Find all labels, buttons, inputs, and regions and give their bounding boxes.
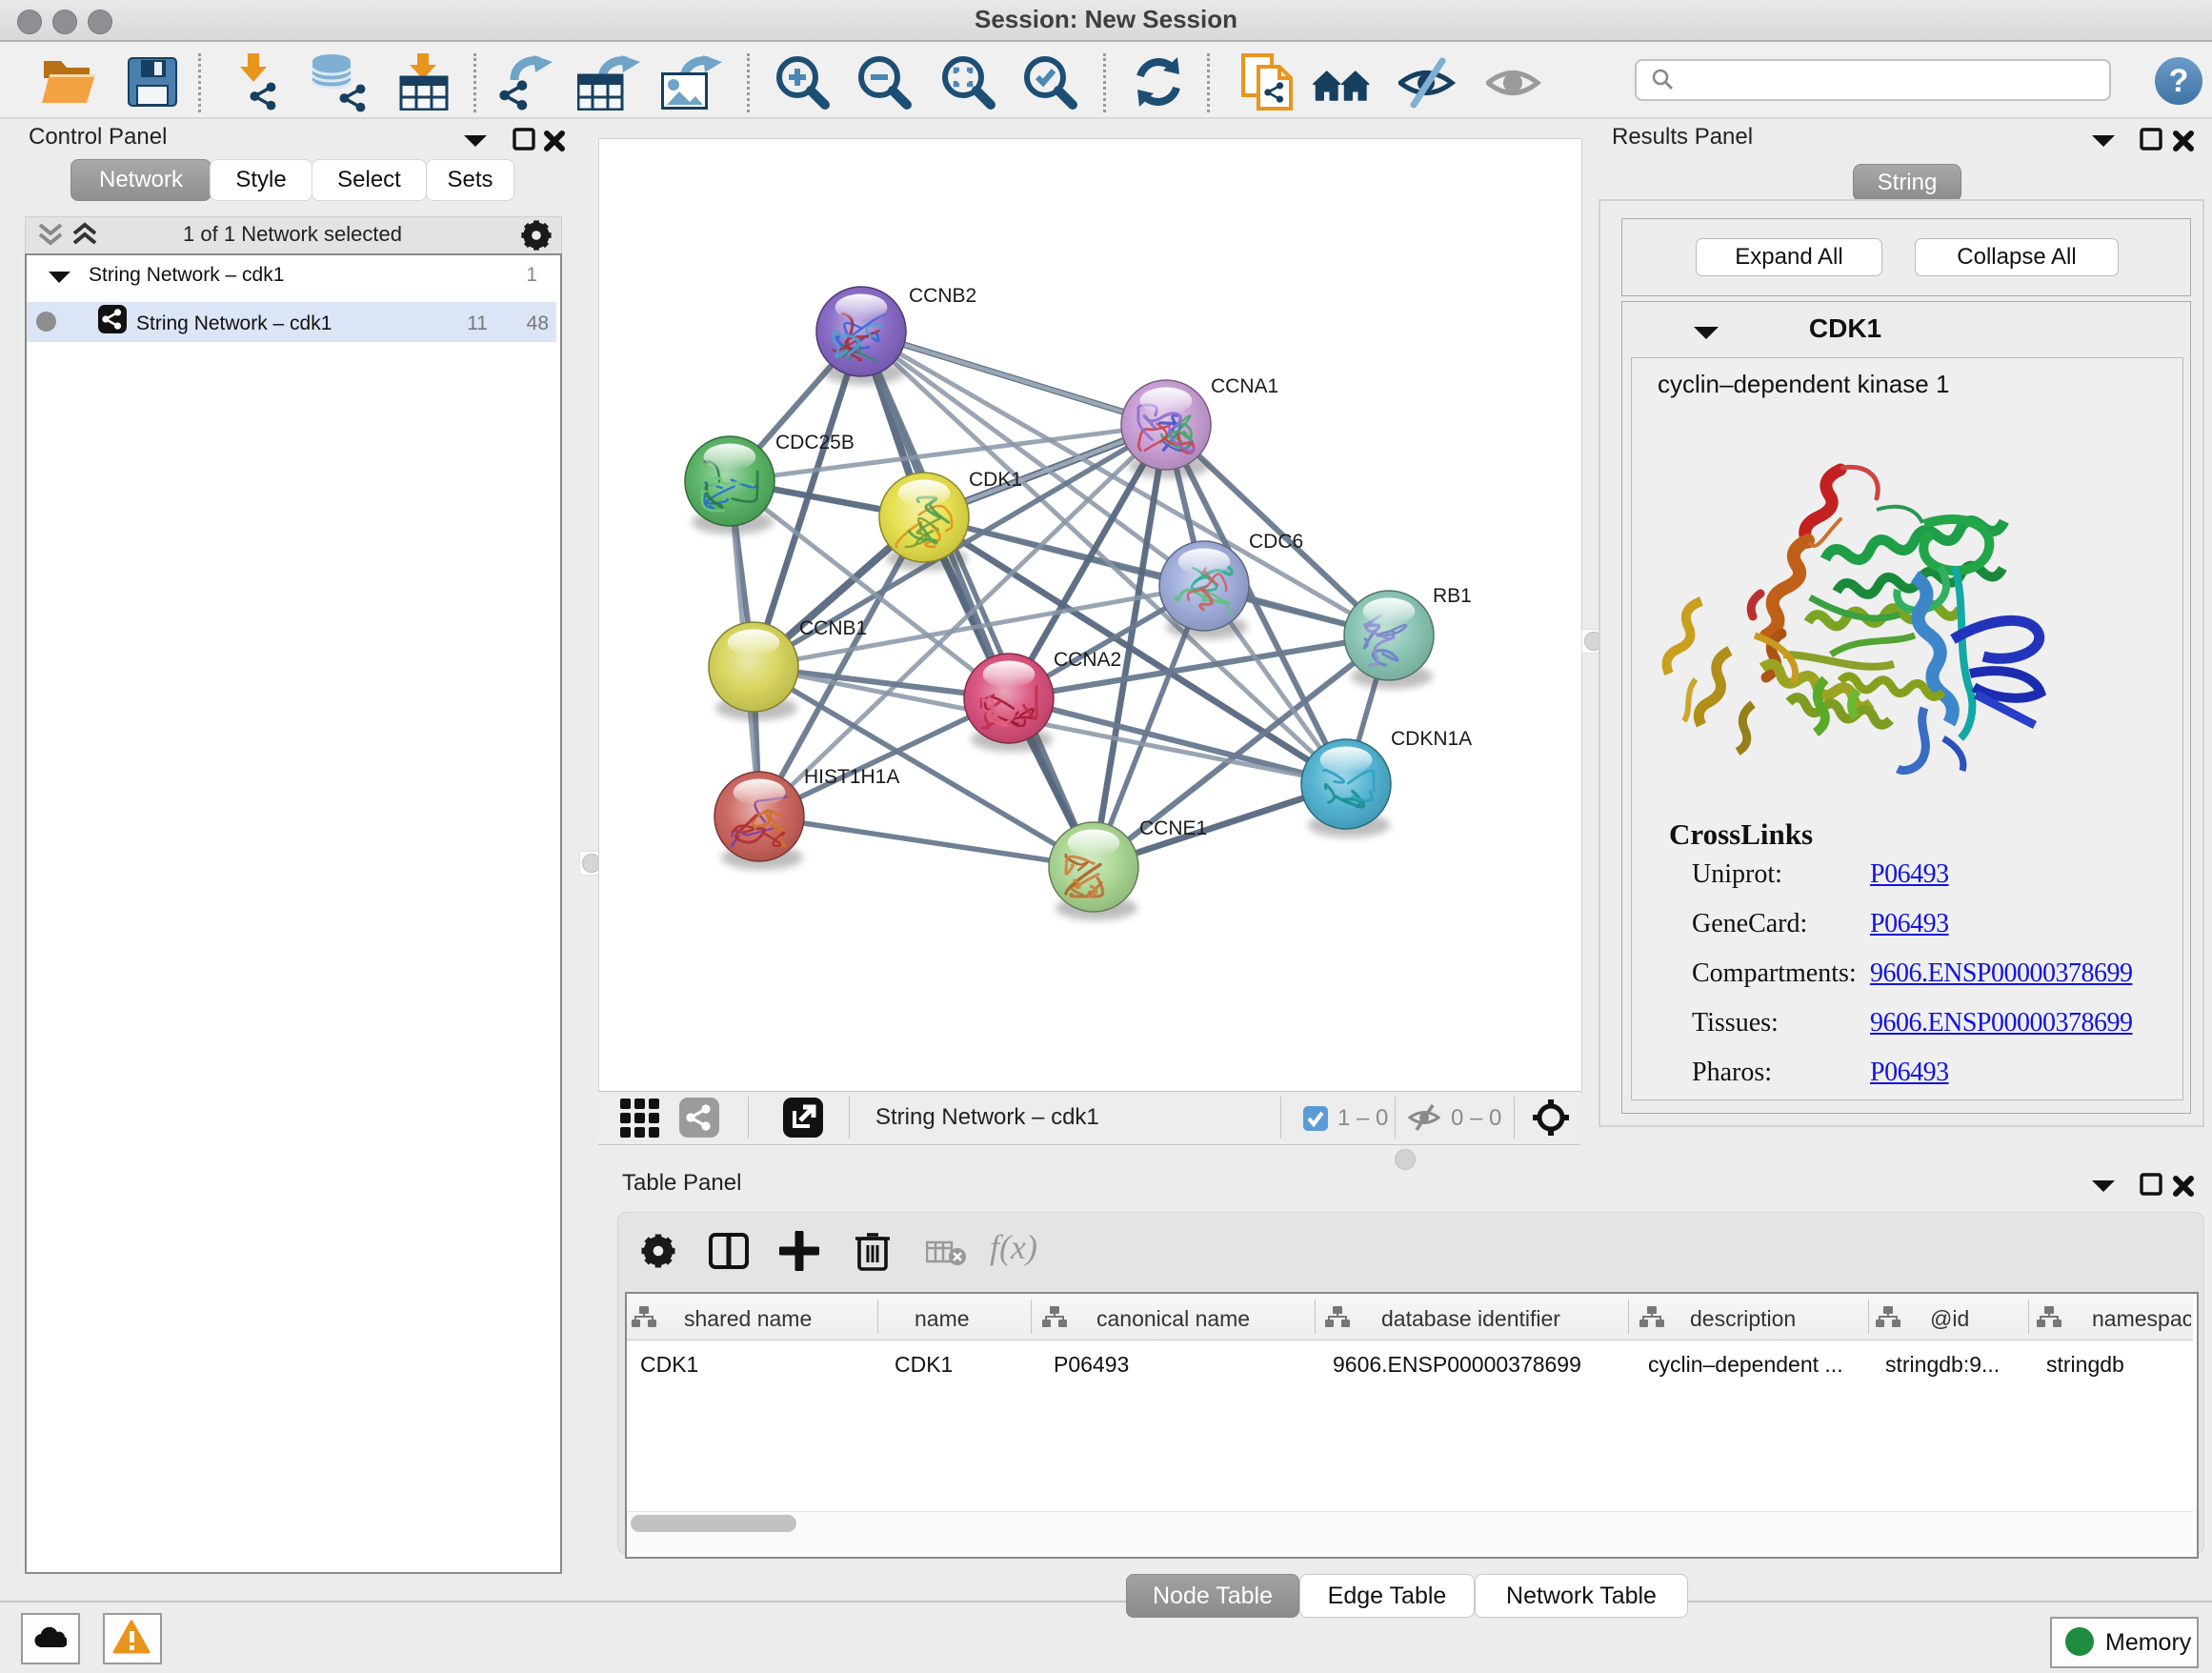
svg-text:CDC6: CDC6	[1249, 531, 1303, 553]
svg-text:CDK1: CDK1	[969, 469, 1022, 491]
svg-text:CDKN1A: CDKN1A	[1391, 728, 1472, 750]
svg-text:HIST1H1A: HIST1H1A	[804, 766, 899, 788]
svg-text:CCNA2: CCNA2	[1054, 649, 1121, 671]
svg-text:RB1: RB1	[1433, 585, 1472, 607]
svg-text:CCNA1: CCNA1	[1211, 375, 1278, 397]
svg-text:CDC25B: CDC25B	[775, 432, 855, 454]
svg-text:CCNB2: CCNB2	[909, 285, 976, 307]
svg-text:CCNB1: CCNB1	[799, 617, 867, 639]
svg-text:CCNE1: CCNE1	[1139, 817, 1207, 839]
